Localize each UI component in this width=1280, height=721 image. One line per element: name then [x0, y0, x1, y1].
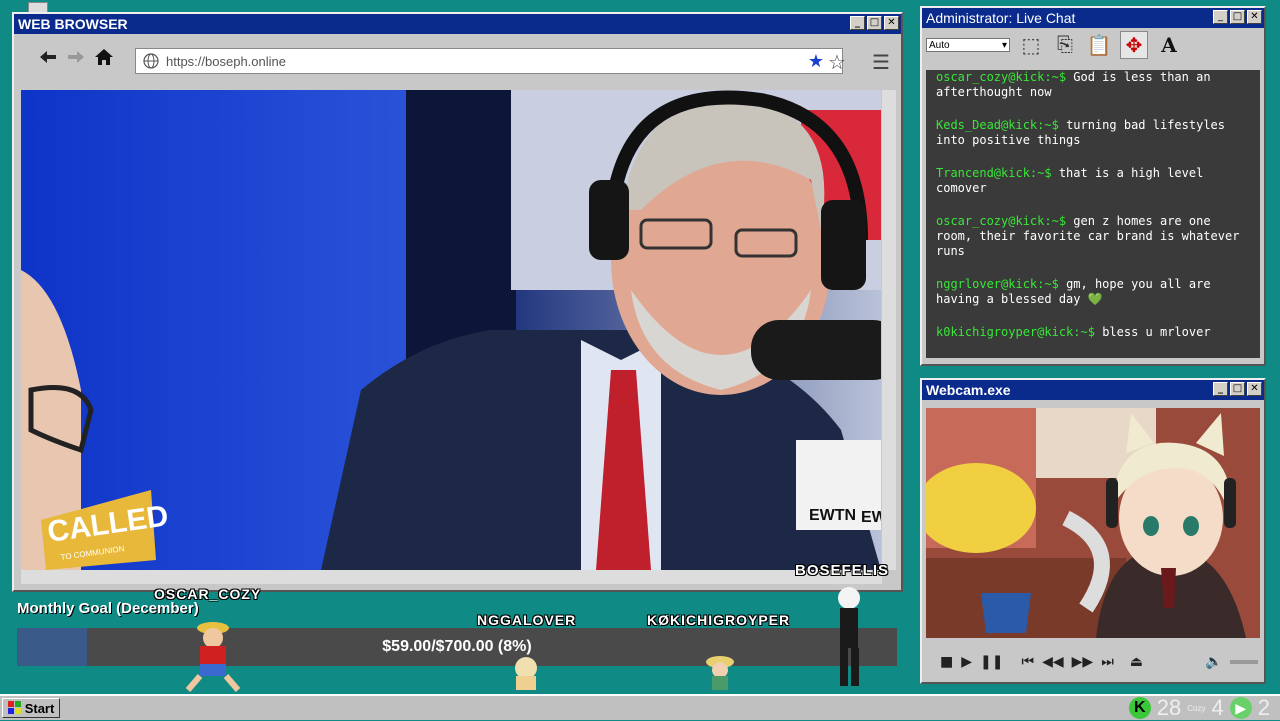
address-bar[interactable]: https://boseph.online ★ [135, 48, 843, 74]
copy-icon[interactable]: ⎘ [1052, 32, 1078, 58]
goal-progress-text: $59.00/$700.00 (8%) [382, 638, 532, 655]
paste-icon[interactable]: 📋 [1086, 32, 1112, 58]
close-button[interactable]: ✕ [884, 16, 899, 30]
viewer-nick: OSCAR_COZY [154, 586, 262, 602]
webcam-titlebar[interactable]: Webcam.exe _ □ ✕ [922, 380, 1264, 400]
sprite-dark-character [838, 587, 860, 686]
webcam-window: Webcam.exe _ □ ✕ ■ ▶ ❚❚ ⏮ ◀◀ ▶▶ ⏭ ⏏ 🔈 [920, 378, 1266, 684]
chat-text: bless u mrlover [1102, 325, 1211, 339]
sprite-pirate-character [185, 622, 241, 692]
media-controls: ■ ▶ ❚❚ ⏮ ◀◀ ▶▶ ⏭ ⏏ 🔈 [926, 646, 1260, 678]
globe-icon [142, 52, 160, 70]
minimize-button[interactable]: _ [850, 16, 865, 30]
browser-titlebar[interactable]: WEB BROWSER _ □ ✕ [14, 14, 901, 34]
maximize-button[interactable]: □ [1230, 382, 1245, 396]
minimize-button[interactable]: _ [1213, 382, 1228, 396]
chat-message: oscar_cozy@kick:~$ God is less than an a… [936, 70, 1250, 100]
chat-message: nggrlover@kick:~$ gm, hope you all are h… [936, 277, 1250, 307]
chat-message: Keds_Dead@kick:~$ turning bad lifestyles… [936, 118, 1250, 148]
chat-username: Keds_Dead@kick:~$ [936, 118, 1059, 132]
menu-hamburger-icon[interactable]: ☰ [872, 50, 890, 75]
chat-username: oscar_cozy@kick:~$ [936, 214, 1067, 228]
chat-username: nggrlover@kick:~$ [936, 277, 1059, 291]
chat-titlebar[interactable]: Administrator: Live Chat _ □ ✕ [922, 8, 1264, 28]
chat-title: Administrator: Live Chat [926, 10, 1076, 26]
tray-viewer-count: 28 [1156, 695, 1182, 720]
webcam-title: Webcam.exe [926, 382, 1011, 398]
move-tool-icon[interactable]: ✥ [1120, 31, 1148, 59]
skip-back-icon[interactable]: ⏮ [1021, 654, 1034, 670]
eject-icon[interactable]: ⏏ [1130, 654, 1143, 670]
chat-username: Trancend@kick:~$ [936, 166, 1052, 180]
close-button[interactable]: ✕ [1247, 382, 1262, 396]
rewind-icon[interactable]: ◀◀ [1042, 654, 1064, 670]
kick-logo-icon[interactable]: K [1128, 697, 1151, 719]
maximize-button[interactable]: □ [867, 16, 882, 30]
maximize-button[interactable]: □ [1230, 10, 1245, 24]
vertical-scrollbar[interactable] [882, 90, 896, 570]
start-label: Start [24, 700, 55, 716]
taskbar: Start K 28 Cozy 4 ▶ 2 [0, 694, 1280, 720]
volume-icon[interactable]: 🔈 [1205, 654, 1222, 670]
font-size-value: Auto [929, 39, 950, 51]
url-text: https://boseph.online [166, 53, 286, 69]
chat-username: oscar_cozy@kick:~$ [936, 70, 1067, 84]
viewer-nick: KØKICHIGROYPER [647, 612, 791, 628]
anime-avatar [926, 408, 1260, 638]
sprite-cat-character [515, 657, 537, 690]
start-button[interactable]: Start [2, 698, 60, 718]
windows-logo-icon [7, 701, 21, 714]
mic-flag-text-right: EW [861, 509, 881, 526]
video-frame: EWTN EW CALLED TO COMMUNION [21, 90, 881, 570]
horizontal-scrollbar[interactable] [21, 570, 882, 584]
mic-flag-text: EWTN [809, 507, 856, 524]
selection-tool-icon[interactable]: ⬚ [1018, 32, 1044, 58]
chat-messages: oscar_cozy@kick:~$ God is less than an a… [926, 70, 1260, 358]
tray-count-c: 2 [1257, 695, 1270, 720]
chat-message: Trancend@kick:~$ that is a high level co… [936, 166, 1250, 196]
play-icon[interactable]: ▶ [961, 654, 972, 670]
sprite-hat-character [706, 656, 734, 690]
viewer-nick: NGGALOVER [477, 612, 577, 628]
forward-arrow-icon[interactable] [64, 45, 88, 69]
chevron-down-icon: ▾ [1001, 39, 1007, 51]
goal-progress-bar: $59.00/$700.00 (8%) [17, 628, 897, 666]
chat-message: oscar_cozy@kick:~$ gen z homes are one r… [936, 214, 1250, 259]
chat-message: k0kichigroyper@kick:~$ bless u mrlover [936, 325, 1250, 340]
font-size-select[interactable]: Auto ▾ [926, 38, 1010, 52]
rumble-play-icon[interactable]: ▶ [1229, 697, 1252, 719]
home-icon[interactable] [92, 45, 116, 69]
bookmark-star-icon[interactable]: ★ [808, 51, 824, 72]
goal-title: Monthly Goal (December) [17, 600, 199, 617]
tray-count-b: 4 [1211, 695, 1224, 720]
font-tool-icon[interactable]: A [1156, 32, 1182, 58]
back-arrow-icon[interactable] [36, 45, 60, 69]
chat-toolbar: Auto ▾ ⬚ ⎘ 📋 ✥ A [922, 28, 1264, 62]
web-browser-window: WEB BROWSER _ □ ✕ https://boseph.online … [12, 12, 903, 592]
chat-username: k0kichigroyper@kick:~$ [936, 325, 1095, 339]
fast-forward-icon[interactable]: ▶▶ [1072, 654, 1094, 670]
webcam-view [926, 408, 1260, 638]
tray-cozy-label: Cozy [1187, 703, 1206, 713]
stop-icon[interactable]: ■ [940, 654, 953, 670]
favorites-star-icon[interactable]: ☆ [828, 50, 846, 75]
browser-title: WEB BROWSER [18, 16, 128, 32]
volume-slider[interactable] [1230, 660, 1259, 664]
skip-forward-icon[interactable]: ⏭ [1101, 654, 1114, 670]
system-tray: K 28 Cozy 4 ▶ 2 [1128, 695, 1270, 720]
pause-icon[interactable]: ❚❚ [980, 654, 1003, 670]
stream-watermark: BOSEFELIS [794, 562, 889, 579]
close-button[interactable]: ✕ [1247, 10, 1262, 24]
video-player[interactable]: EWTN EW CALLED TO COMMUNION [21, 90, 881, 570]
minimize-button[interactable]: _ [1213, 10, 1228, 24]
live-chat-window: Administrator: Live Chat _ □ ✕ Auto ▾ ⬚ … [920, 6, 1266, 366]
